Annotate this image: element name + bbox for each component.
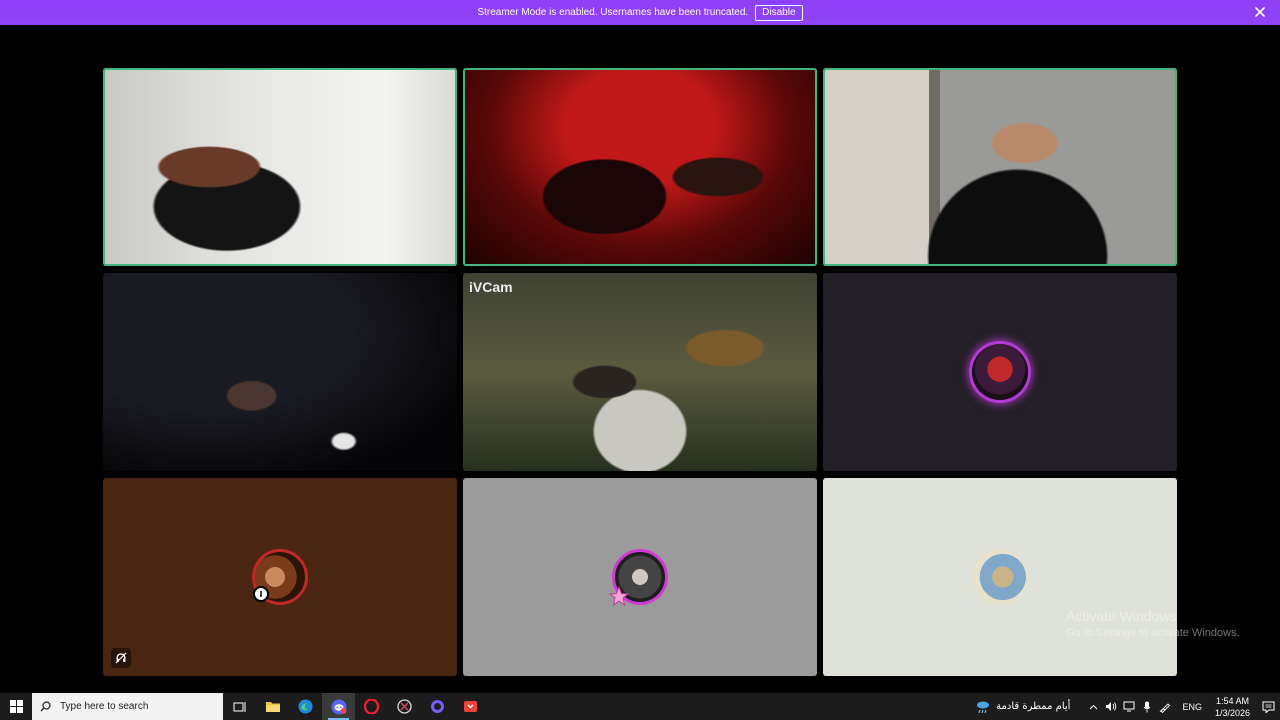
streamer-mode-banner: Streamer Mode is enabled. Usernames have… <box>0 0 1280 25</box>
search-placeholder: Type here to search <box>60 701 149 712</box>
network-icon[interactable] <box>1121 699 1137 715</box>
watermark-title: Activate Windows <box>1066 608 1177 624</box>
rain-weather-icon <box>977 701 990 713</box>
anydesk-icon[interactable] <box>454 693 487 720</box>
participant-video-tile[interactable] <box>823 68 1177 266</box>
clock-date: 1/3/2026 <box>1214 707 1250 718</box>
system-tray: أيام ممطرة قادمة ENG 1:54 AM 1/3/2026 <box>975 693 1280 720</box>
windows-icon <box>9 700 23 713</box>
snipping-tool-icon[interactable] <box>388 693 421 720</box>
participant-avatar-tile[interactable] <box>823 478 1177 676</box>
chevron-up-icon[interactable] <box>1085 699 1101 715</box>
participant-video-tile[interactable] <box>103 273 457 471</box>
deafened-icon <box>111 648 131 668</box>
notification-center-icon[interactable] <box>1256 693 1280 720</box>
participant-video-tile[interactable] <box>463 68 817 266</box>
participant-video-tile[interactable] <box>103 68 457 266</box>
search-icon <box>40 701 51 712</box>
participant-avatar-tile[interactable] <box>103 478 457 676</box>
start-button[interactable] <box>0 693 32 720</box>
microphone-icon[interactable] <box>1139 699 1155 715</box>
participant-avatar-tile[interactable] <box>463 478 817 676</box>
speaker-icon[interactable] <box>1103 699 1119 715</box>
cortana-icon[interactable] <box>421 693 454 720</box>
discord-icon[interactable] <box>322 693 355 720</box>
close-icon[interactable] <box>1253 5 1267 19</box>
avatar <box>252 549 308 605</box>
taskbar: Type here to search أيام ممطرة قادمة ENG… <box>0 693 1280 720</box>
activate-windows-watermark: Activate Windows Go to Settings to activ… <box>1066 608 1240 639</box>
watermark-subtitle: Go to Settings to activate Windows. <box>1066 627 1240 639</box>
disable-streamer-mode-button[interactable]: Disable <box>755 4 803 21</box>
edge-icon[interactable] <box>289 693 322 720</box>
participant-video-tile[interactable]: iVCam <box>463 273 817 471</box>
weather-widget[interactable]: أيام ممطرة قادمة <box>975 700 1070 714</box>
task-view-icon[interactable] <box>223 693 256 720</box>
call-stage: iVCam <box>0 25 1280 693</box>
opera-icon[interactable] <box>355 693 388 720</box>
avatar <box>972 344 1028 400</box>
taskbar-search-box[interactable]: Type here to search <box>32 693 223 720</box>
avatar <box>972 549 1028 605</box>
status-icon <box>260 591 262 597</box>
file-explorer-icon[interactable] <box>256 693 289 720</box>
pen-icon[interactable] <box>1157 699 1173 715</box>
participant-avatar-tile[interactable] <box>823 273 1177 471</box>
ivcam-watermark-label: iVCam <box>469 279 513 295</box>
clock-time: 1:54 AM <box>1215 695 1249 706</box>
weather-text: أيام ممطرة قادمة <box>996 701 1071 712</box>
avatar <box>609 549 668 606</box>
input-language[interactable]: ENG <box>1182 702 1202 712</box>
star-decoration-icon <box>609 586 629 606</box>
clock[interactable]: 1:54 AM 1/3/2026 <box>1215 695 1250 719</box>
banner-message: Streamer Mode is enabled. Usernames have… <box>477 7 749 18</box>
status-badge <box>253 586 269 602</box>
